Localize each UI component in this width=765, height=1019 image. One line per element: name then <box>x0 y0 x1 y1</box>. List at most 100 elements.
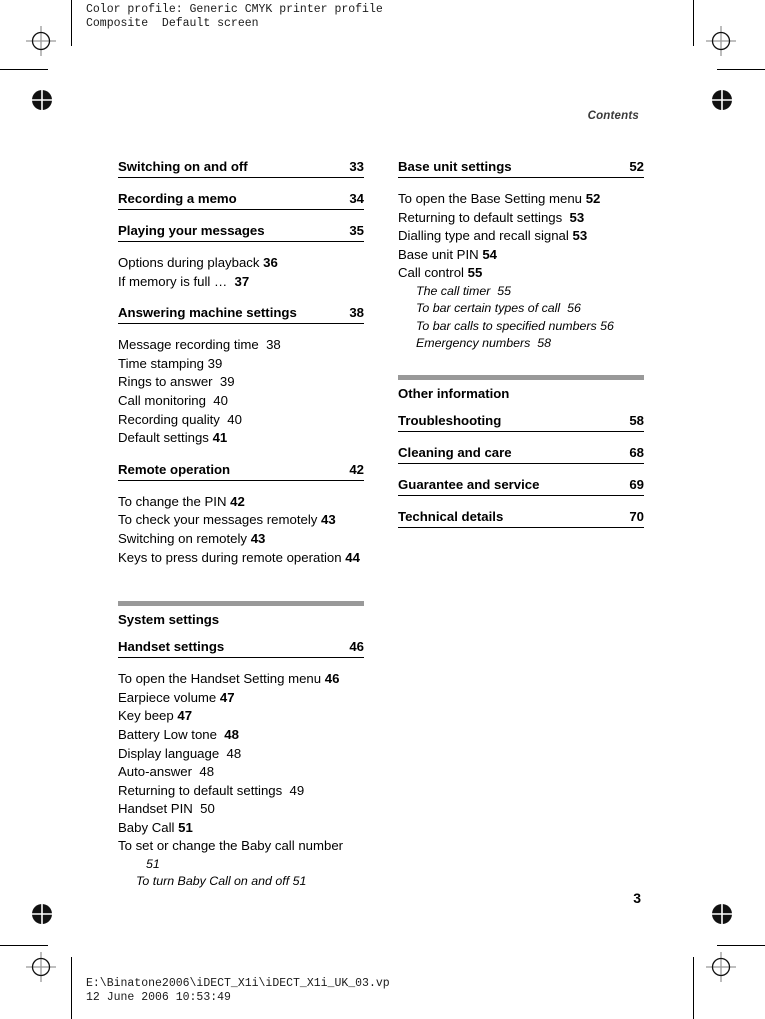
toc-entry-handset-pin[interactable]: Handset PIN 50 <box>118 800 364 819</box>
toc-chapter-page: 58 <box>629 412 644 428</box>
toc-chapter-title: Troubleshooting <box>398 412 502 428</box>
toc-chapter-troubleshooting[interactable]: Troubleshooting 58 <box>398 412 644 432</box>
toc-subentry-the-call-timer[interactable]: The call timer 55 <box>416 283 644 300</box>
toc-entry-page: 39 <box>219 374 235 390</box>
toc-chapter-page: 42 <box>349 461 364 477</box>
toc-entry-text: Display language <box>118 745 220 761</box>
toc-chapter-title: Recording a memo <box>118 191 237 206</box>
toc-subentry-page: 55 <box>497 283 512 298</box>
toc-entry-page: 47 <box>219 689 235 705</box>
registration-mark-solid-bottom-left <box>31 903 61 933</box>
registration-mark-crosshair-bottom-left <box>26 952 56 982</box>
toc-chapter-guarantee-and-service[interactable]: Guarantee and service 69 <box>398 476 644 496</box>
toc-entry-text: Time stamping <box>118 355 204 371</box>
toc-entry-default-settings[interactable]: Default settings 41 <box>118 429 364 448</box>
toc-subentry-to-bar-calls-to-specified-numbers[interactable]: To bar calls to specified numbers 56 <box>416 318 644 335</box>
toc-entry-text: Switching on remotely <box>118 530 248 546</box>
toc-entry-text: Auto-answer <box>118 764 193 780</box>
toc-chapter-switching-on-and-off[interactable]: Switching on and off 33 <box>118 158 364 178</box>
toc-entry-keys-to-press-during-remote-operation[interactable]: Keys to press during remote operation 44 <box>118 549 364 568</box>
toc-entry-text: Baby Call <box>118 819 175 835</box>
toc-entry-page: 39 <box>207 355 223 371</box>
toc-subentry-emergency-numbers[interactable]: Emergency numbers 58 <box>416 335 644 352</box>
toc-entry-options-during-playback[interactable]: Options during playback 36 <box>118 254 364 273</box>
toc-entry-returning-to-default-settings-base[interactable]: Returning to default settings 53 <box>398 209 644 228</box>
toc-entry-key-beep[interactable]: Key beep 47 <box>118 707 364 726</box>
toc-entry-text: To open the Handset Setting menu <box>118 671 322 687</box>
toc-entry-switching-on-remotely[interactable]: Switching on remotely 43 <box>118 530 364 549</box>
toc-entry-to-set-or-change-baby-call-number[interactable]: To set or change the Baby call number 51 <box>118 837 364 873</box>
toc-entry-text: Call control <box>398 265 464 281</box>
toc-subentry-text: To bar calls to specified numbers <box>416 318 597 333</box>
trim-rule-bottom-left-horizontal <box>0 945 48 947</box>
trim-rule-bottom-right-horizontal <box>717 945 765 947</box>
toc-entry-to-open-base-setting-menu[interactable]: To open the Base Setting menu 52 <box>398 190 644 209</box>
toc-entry-page: 41 <box>212 430 228 446</box>
toc-entry-to-open-handset-setting-menu[interactable]: To open the Handset Setting menu 46 <box>118 670 364 689</box>
toc-entry-to-change-the-pin[interactable]: To change the PIN 42 <box>118 493 364 512</box>
toc-chapter-handset-settings[interactable]: Handset settings 46 <box>118 638 364 659</box>
toc-entry-earpiece-volume[interactable]: Earpiece volume 47 <box>118 689 364 708</box>
color-profile-header: Color profile: Generic CMYK printer prof… <box>86 3 383 30</box>
toc-subentry-text: Emergency numbers <box>416 336 531 351</box>
toc-entry-baby-call[interactable]: Baby Call 51 <box>118 819 364 838</box>
toc-chapter-base-unit-settings[interactable]: Base unit settings 52 <box>398 158 644 178</box>
toc-entry-call-monitoring[interactable]: Call monitoring 40 <box>118 392 364 411</box>
registration-mark-crosshair-top-right <box>706 26 736 56</box>
toc-entry-dialling-type-and-recall-signal[interactable]: Dialling type and recall signal 53 <box>398 227 644 246</box>
toc-entry-recording-quality[interactable]: Recording quality 40 <box>118 411 364 430</box>
toc-entry-base-unit-pin[interactable]: Base unit PIN 54 <box>398 246 644 265</box>
proof-file-footer: E:\Binatone2006\iDECT_X1i\iDECT_X1i_UK_0… <box>86 977 390 1004</box>
toc-entry-text: Returning to default settings <box>118 782 283 798</box>
toc-chapter-page: 35 <box>349 223 364 238</box>
toc-chapter-technical-details[interactable]: Technical details 70 <box>398 508 644 528</box>
toc-entry-display-language[interactable]: Display language 48 <box>118 745 364 764</box>
toc-entry-auto-answer[interactable]: Auto-answer 48 <box>118 763 364 782</box>
toc-chapter-page: 46 <box>349 639 364 655</box>
toc-entry-battery-low-tone[interactable]: Battery Low tone 48 <box>118 726 364 745</box>
toc-chapter-cleaning-and-care[interactable]: Cleaning and care 68 <box>398 444 644 464</box>
toc-entry-page: 37 <box>234 273 250 289</box>
toc-subentry-to-bar-certain-types-of-call[interactable]: To bar certain types of call 56 <box>416 300 644 317</box>
trim-rule-top-right-vertical <box>693 0 695 46</box>
toc-entry-text: Key beep <box>118 708 174 724</box>
toc-entry-text: Default settings <box>118 430 209 446</box>
toc-entry-page: 51 <box>146 857 160 872</box>
toc-chapter-title: Switching on and off <box>118 159 248 174</box>
toc-entry-time-stamping[interactable]: Time stamping 39 <box>118 355 364 374</box>
registration-mark-solid-bottom-right <box>711 903 741 933</box>
toc-entry-page: 48 <box>199 764 215 780</box>
toc-entry-if-memory-is-full[interactable]: If memory is full … 37 <box>118 273 364 292</box>
toc-chapter-playing-your-messages[interactable]: Playing your messages 35 <box>118 222 364 242</box>
toc-subentry-page: 56 <box>567 301 581 316</box>
toc-subentry-to-turn-baby-call-on-and-off[interactable]: To turn Baby Call on and off 51 <box>136 873 364 890</box>
toc-entry-page: 52 <box>585 191 601 206</box>
toc-entry-call-control[interactable]: Call control 55 <box>398 264 644 283</box>
toc-entry-page: 48 <box>224 726 239 742</box>
trim-rule-top-right-horizontal <box>717 69 765 71</box>
toc-entry-rings-to-answer[interactable]: Rings to answer 39 <box>118 373 364 392</box>
toc-chapter-title: Answering machine settings <box>118 305 297 321</box>
toc-chapter-title: Base unit settings <box>398 159 512 174</box>
section-title-other-information: Other information <box>398 385 510 401</box>
toc-chapter-title: Handset settings <box>118 639 225 655</box>
toc-entry-message-recording-time[interactable]: Message recording time 38 <box>118 336 364 355</box>
toc-entry-page: 50 <box>200 801 215 817</box>
toc-entry-returning-to-default-settings[interactable]: Returning to default settings 49 <box>118 782 364 801</box>
toc-chapter-remote-operation[interactable]: Remote operation 42 <box>118 461 364 481</box>
toc-entry-text: Base unit PIN <box>398 246 479 262</box>
toc-chapter-page: 38 <box>349 305 364 321</box>
toc-entry-text: Keys to press during remote operation <box>118 549 342 565</box>
section-band-system-settings <box>118 601 364 607</box>
toc-subentry-page: 56 <box>600 318 614 333</box>
toc-chapter-recording-a-memo[interactable]: Recording a memo 34 <box>118 190 364 210</box>
toc-chapter-answering-machine-settings[interactable]: Answering machine settings 38 <box>118 304 364 325</box>
toc-entry-to-check-messages-remotely[interactable]: To check your messages remotely 43 <box>118 511 364 530</box>
